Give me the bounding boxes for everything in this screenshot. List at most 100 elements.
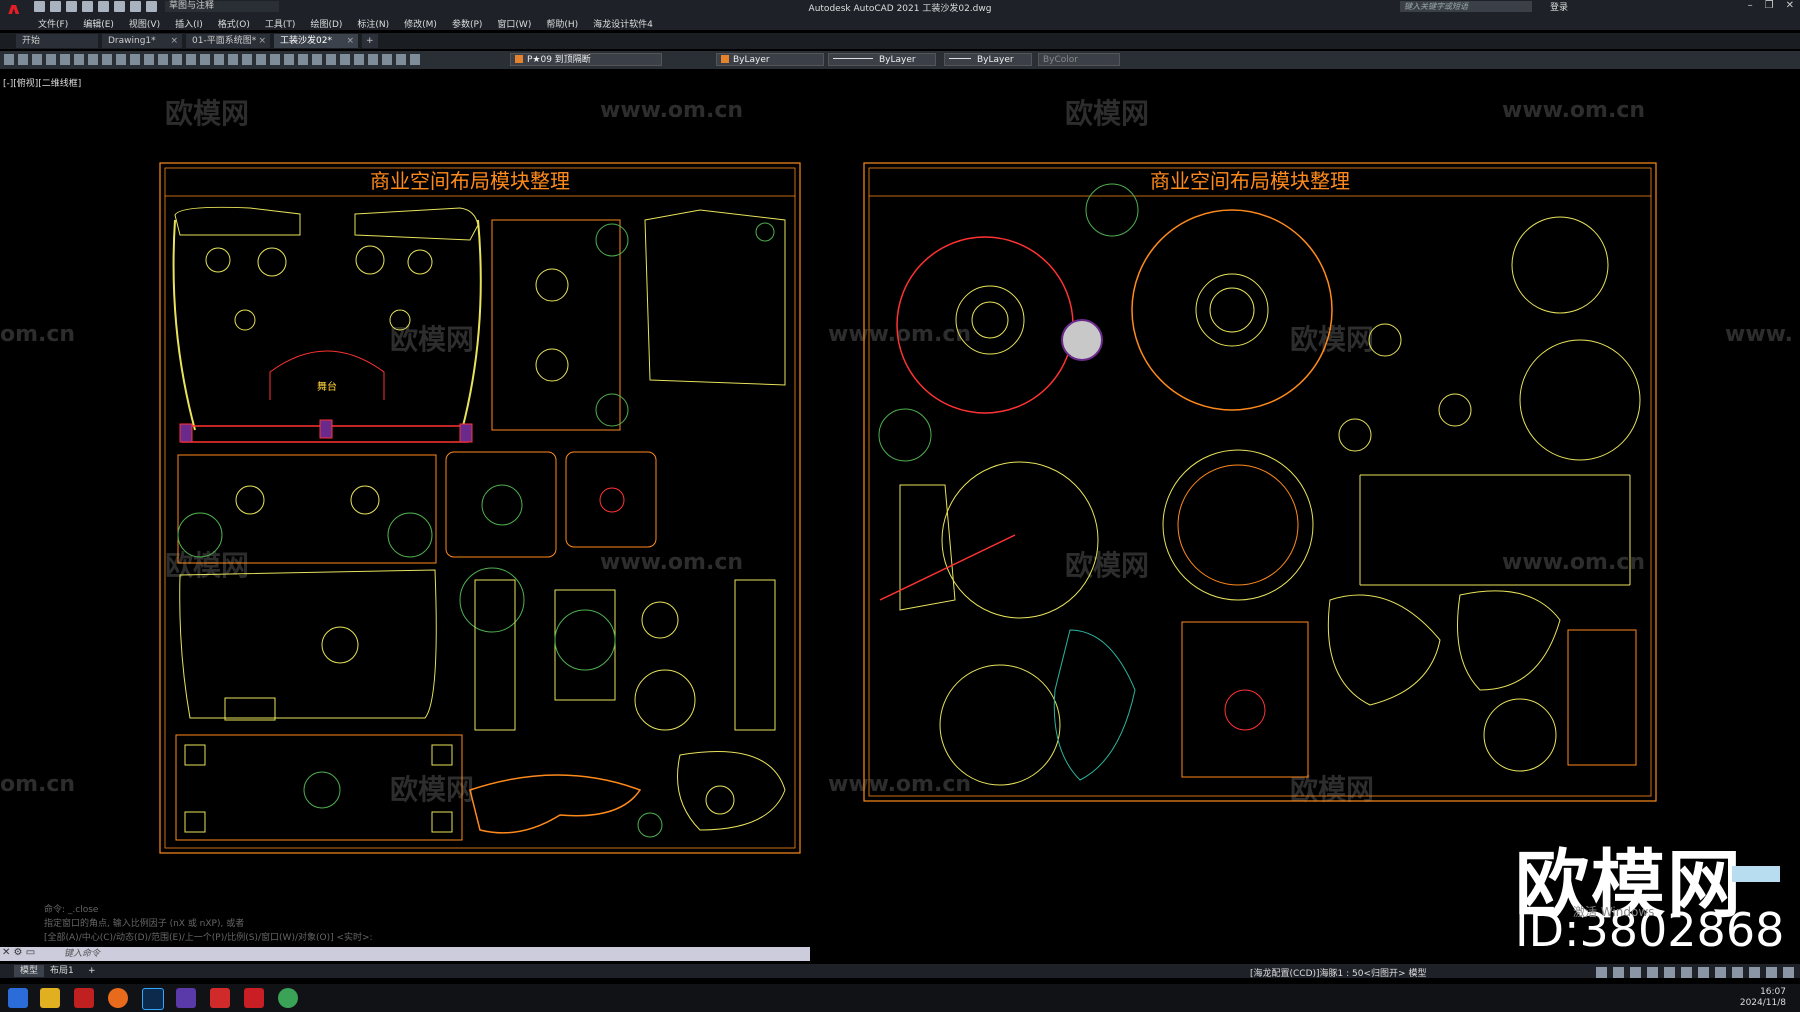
start-icon[interactable]	[8, 988, 28, 1008]
module-frame	[565, 451, 657, 548]
chair	[431, 744, 453, 766]
layout-tabs: 模型 布局1 +	[0, 964, 1800, 978]
plant	[637, 812, 663, 838]
tree	[554, 609, 616, 671]
speaker	[179, 423, 193, 443]
lounge-circle	[1483, 698, 1557, 772]
plant	[481, 484, 523, 526]
file-explorer-icon[interactable]	[40, 988, 60, 1008]
dining-sets	[459, 567, 776, 731]
wps-icon[interactable]	[210, 988, 230, 1008]
module-frame	[1181, 621, 1309, 778]
stage-label: 舞台	[317, 380, 337, 393]
otrack-icon[interactable]	[1681, 966, 1692, 978]
table	[205, 247, 231, 273]
customize-icon[interactable]	[1783, 966, 1794, 978]
bar-counter	[644, 209, 786, 386]
banquette-left	[174, 206, 301, 236]
banquette-wall-right	[461, 219, 482, 431]
dining-ring	[896, 236, 1074, 414]
ortho-icon[interactable]	[1630, 966, 1641, 978]
app-icon[interactable]	[176, 988, 196, 1008]
table	[235, 485, 265, 515]
lineweight-icon[interactable]	[1698, 966, 1709, 978]
tab-model[interactable]: 模型	[14, 965, 45, 977]
round-table	[1224, 689, 1266, 731]
command-input[interactable]: 键入命令	[64, 947, 100, 961]
sheet-outer-frame	[863, 162, 1657, 802]
plant	[595, 223, 629, 257]
history-line: 指定窗口的角点, 输入比例因子 (nX 或 nXP), 或者	[44, 919, 245, 929]
table	[535, 348, 569, 382]
speaker	[459, 423, 473, 443]
round-table	[1209, 287, 1255, 333]
cabinet	[224, 697, 276, 721]
status-icons	[1596, 965, 1800, 979]
round-table	[1338, 418, 1372, 452]
curved-booth	[1131, 209, 1333, 411]
autocad-taskbar-icon[interactable]	[244, 988, 264, 1008]
transparency-icon[interactable]	[1715, 966, 1726, 978]
column	[1061, 319, 1103, 361]
sheet-title: 商业空间布局模块整理	[370, 170, 570, 193]
annotation-icon[interactable]	[1749, 966, 1760, 978]
clock-date: 2024/11/8	[1739, 998, 1786, 1008]
status-label: [海龙配置(CCD)]海豚1 : 50<归图开>	[1250, 969, 1406, 979]
chrome-icon[interactable]	[278, 988, 298, 1008]
cafe-row	[175, 734, 786, 841]
lounge-sets	[177, 451, 657, 721]
long-table	[734, 579, 776, 731]
snap-icon[interactable]	[1613, 966, 1624, 978]
status-scale[interactable]: [海龙配置(CCD)]海豚1 : 50<归图开> 模型	[1250, 966, 1426, 979]
stage-block: 舞台	[172, 206, 482, 443]
round-table	[1368, 323, 1402, 357]
banquette-wall-left	[172, 219, 196, 431]
round-table	[1195, 273, 1269, 347]
photoshop-icon[interactable]	[142, 988, 164, 1010]
lazy-susan	[971, 301, 1009, 339]
table	[535, 268, 569, 302]
plant	[303, 771, 341, 809]
history-line: 命令: _.close	[44, 905, 99, 915]
table	[355, 245, 385, 275]
curved-booth	[1162, 449, 1314, 601]
round-booths	[878, 183, 1641, 462]
speaker	[319, 419, 333, 439]
osnap-icon[interactable]	[1664, 966, 1675, 978]
chair	[184, 744, 206, 766]
sheet-title: 商业空间布局模块整理	[1150, 170, 1350, 193]
lounge-circle	[941, 461, 1099, 619]
history-line: [全部(A)/中心(C)/动态(D)/范围(E)/上一个(P)/比例(S)/窗口…	[44, 933, 373, 943]
floating-button[interactable]	[1732, 866, 1780, 882]
firefox-icon[interactable]	[108, 988, 128, 1008]
organic-seating	[1053, 629, 1136, 781]
long-table	[554, 589, 616, 701]
clock[interactable]: 16:07 2024/11/8	[1740, 987, 1786, 1009]
curved-sofa	[677, 751, 786, 831]
polar-icon[interactable]	[1647, 966, 1658, 978]
round-table	[641, 601, 679, 639]
round-table	[634, 669, 696, 731]
plant	[177, 512, 223, 558]
curved-booth-inner	[1177, 464, 1299, 586]
close-icon[interactable]: ✕ ⚙ ▭	[2, 947, 35, 958]
table	[350, 485, 380, 515]
chair	[184, 811, 206, 833]
grid-icon[interactable]	[1596, 966, 1607, 978]
tab-layout1[interactable]: 布局1	[44, 965, 80, 977]
table	[257, 247, 287, 277]
lower-modules	[879, 449, 1637, 786]
table	[321, 626, 359, 664]
round-table	[705, 785, 735, 815]
command-line[interactable]: ✕ ⚙ ▭ 键入命令	[0, 947, 810, 961]
table	[234, 309, 256, 331]
security-icon[interactable]	[74, 988, 94, 1008]
add-layout-button[interactable]: +	[82, 965, 102, 977]
selection-icon[interactable]	[1732, 966, 1743, 978]
module-frame	[445, 451, 557, 558]
right-sheet: 商业空间布局模块整理	[863, 162, 1657, 802]
round-table	[1438, 393, 1472, 427]
table	[389, 309, 411, 331]
lounge-circle	[939, 664, 1061, 786]
workspace-icon[interactable]	[1766, 966, 1777, 978]
